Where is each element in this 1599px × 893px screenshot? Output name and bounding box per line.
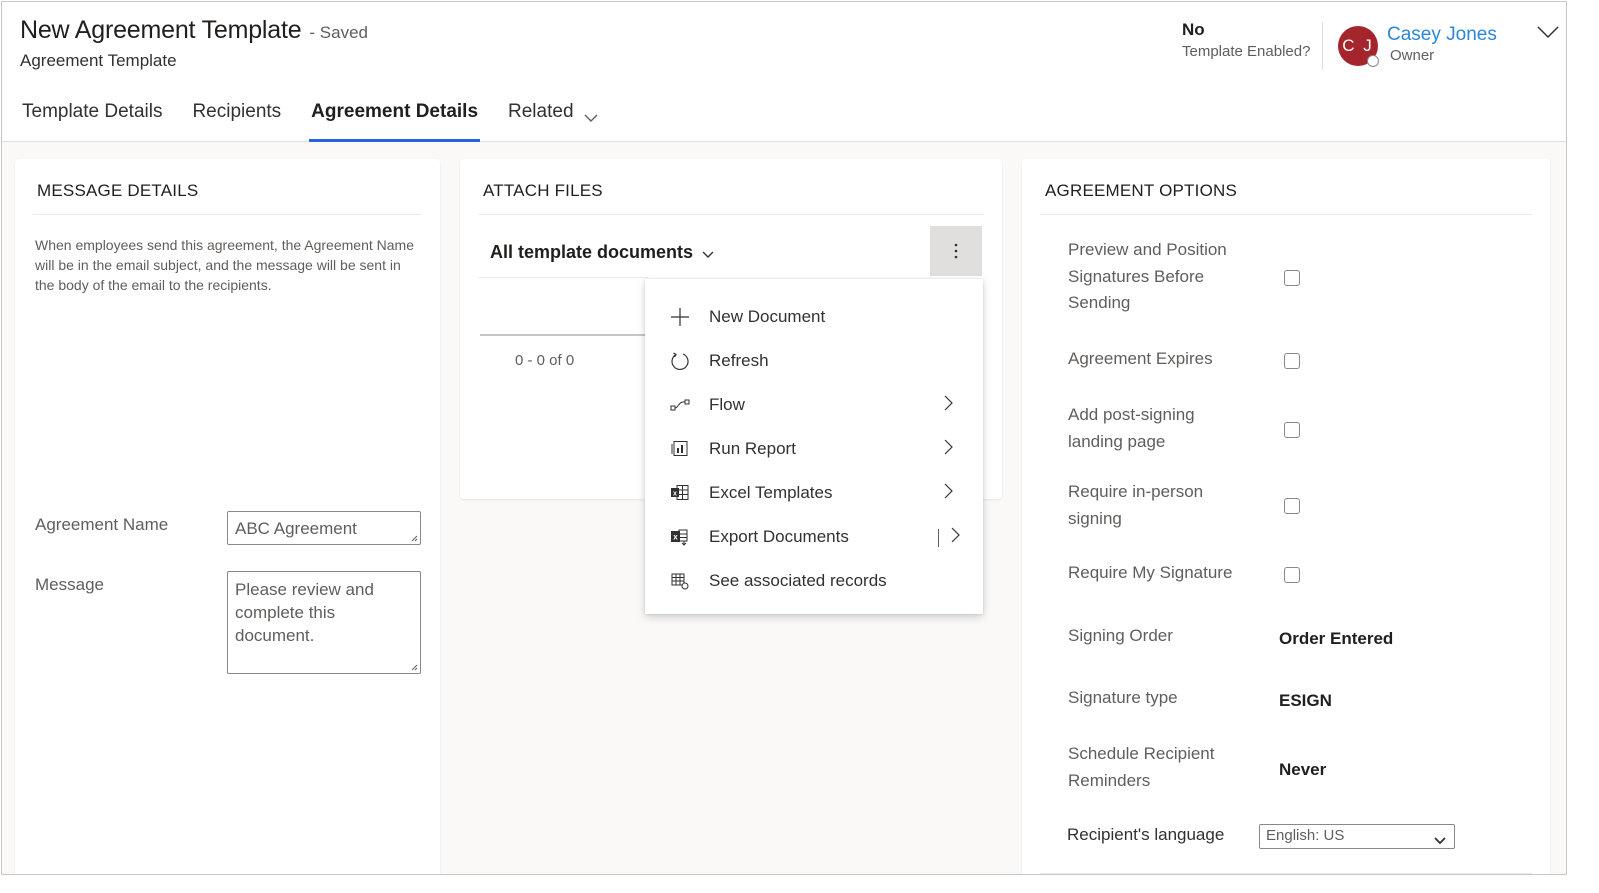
- chevron-right-icon: [944, 439, 953, 460]
- option-label: Preview and Position Signatures Before S…: [1068, 240, 1227, 312]
- app-frame: New Agreement Template - Saved Agreement…: [1, 1, 1567, 875]
- message-value: Please review and complete this document…: [235, 580, 374, 645]
- section-divider: [1040, 214, 1532, 215]
- preview-position-signatures-checkbox[interactable]: [1284, 270, 1300, 286]
- require-in-person-signing-checkbox[interactable]: [1284, 498, 1300, 514]
- template-enabled-value: No: [1182, 20, 1205, 39]
- post-signing-landing-page-checkbox[interactable]: [1284, 422, 1300, 438]
- tab-template-details[interactable]: Template Details: [20, 98, 164, 142]
- message-textarea[interactable]: Please review and complete this document…: [227, 571, 421, 674]
- more-commands-button[interactable]: [930, 226, 982, 276]
- agreement-options-section: AGREEMENT OPTIONS Preview and Position S…: [1022, 159, 1550, 874]
- tab-related[interactable]: Related: [506, 98, 600, 142]
- split-divider: [938, 529, 939, 547]
- save-status: - Saved: [309, 23, 368, 42]
- menu-item-label: Flow: [709, 395, 745, 414]
- tab-label: Related: [508, 101, 574, 122]
- signing-order-label: Signing Order: [1068, 626, 1173, 645]
- grid-divider: [478, 277, 648, 278]
- menu-item-label: New Document: [709, 307, 826, 326]
- recipient-language-select[interactable]: English: US: [1259, 824, 1455, 849]
- schedule-reminders-value[interactable]: Never: [1279, 760, 1326, 780]
- entity-type-label: Agreement Template: [20, 51, 177, 70]
- option-label: Require My Signature: [1068, 563, 1233, 582]
- presence-status-icon: [1367, 55, 1379, 67]
- signing-order-value[interactable]: Order Entered: [1279, 629, 1393, 649]
- chevron-down-icon: [1434, 832, 1446, 849]
- title-row: New Agreement Template - Saved: [20, 16, 368, 45]
- pager-status: 0 - 0 of 0: [515, 352, 575, 369]
- section-divider: [478, 214, 984, 215]
- view-selector-label: All template documents: [490, 242, 694, 262]
- kebab-vertical-icon: [954, 243, 958, 259]
- schedule-reminders-label: Schedule Recipient Reminders: [1068, 744, 1215, 790]
- form-header: New Agreement Template - Saved Agreement…: [2, 2, 1566, 142]
- view-selector[interactable]: All template documents: [490, 241, 714, 264]
- section-title: MESSAGE DETAILS: [37, 181, 199, 200]
- flow-icon: [669, 394, 691, 416]
- grid-header-divider: [480, 334, 650, 336]
- message-details-section: MESSAGE DETAILS When employees send this…: [15, 159, 440, 874]
- header-expand-chevron-icon[interactable]: [1537, 26, 1559, 44]
- menu-item-label: See associated records: [709, 571, 887, 590]
- agreement-name-input[interactable]: ABC Agreement: [227, 511, 421, 545]
- section-title: AGREEMENT OPTIONS: [1045, 181, 1238, 200]
- tab-label: Recipients: [192, 101, 282, 122]
- page-title: New Agreement Template: [20, 16, 302, 44]
- tab-agreement-details[interactable]: Agreement Details: [309, 98, 480, 142]
- menu-item-new-document[interactable]: New Document: [645, 297, 983, 337]
- chevron-down-icon: [584, 104, 598, 132]
- menu-item-label: Refresh: [709, 351, 769, 370]
- message-label: Message: [35, 575, 104, 594]
- menu-item-label: Run Report: [709, 439, 796, 458]
- menu-item-label: Export Documents: [709, 527, 849, 546]
- more-commands-menu: New Document Refresh Flow Run Report x E…: [645, 279, 983, 614]
- owner-role-label: Owner: [1390, 47, 1435, 64]
- menu-item-export-documents[interactable]: x Export Documents: [645, 517, 983, 557]
- option-label: Require in-person signing: [1068, 482, 1204, 528]
- template-enabled-label: Template Enabled?: [1182, 43, 1311, 60]
- menu-item-label: Excel Templates: [709, 483, 833, 502]
- recipient-language-value: English: US: [1266, 827, 1345, 844]
- option-label: Agreement Expires: [1068, 349, 1213, 368]
- resize-handle-icon[interactable]: [410, 663, 418, 671]
- plus-icon: [669, 306, 691, 328]
- menu-item-see-associated-records[interactable]: See associated records: [645, 561, 983, 601]
- menu-item-excel-templates[interactable]: x Excel Templates: [645, 473, 983, 513]
- chevron-right-icon: [944, 483, 953, 504]
- resize-handle-icon[interactable]: [410, 534, 418, 542]
- chevron-right-icon[interactable]: [951, 527, 960, 548]
- section-title: ATTACH FILES: [483, 181, 603, 200]
- section-divider: [1040, 873, 1532, 874]
- signature-type-label: Signature type: [1068, 688, 1178, 707]
- menu-item-run-report[interactable]: Run Report: [645, 429, 983, 469]
- option-label: Add post-signing landing page: [1068, 405, 1195, 451]
- tab-recipients[interactable]: Recipients: [190, 98, 283, 142]
- associated-records-icon: [669, 570, 691, 592]
- excel-templates-icon: x: [669, 482, 691, 504]
- menu-item-flow[interactable]: Flow: [645, 385, 983, 425]
- menu-item-refresh[interactable]: Refresh: [645, 341, 983, 381]
- tab-label: Template Details: [22, 101, 163, 122]
- svg-text:x: x: [673, 533, 678, 542]
- recipient-language-label: Recipient's language: [1067, 825, 1225, 844]
- signature-type-value[interactable]: ESIGN: [1279, 691, 1332, 711]
- tab-label: Agreement Details: [311, 101, 479, 122]
- excel-export-icon: x: [669, 526, 691, 548]
- chevron-right-icon: [944, 395, 953, 416]
- agreement-name-value: ABC Agreement: [235, 519, 357, 538]
- report-icon: [669, 438, 691, 460]
- svg-text:x: x: [673, 491, 677, 498]
- template-enabled-field: No Template Enabled?: [1182, 20, 1310, 60]
- agreement-expires-checkbox[interactable]: [1284, 353, 1300, 369]
- refresh-icon: [669, 350, 691, 372]
- form-tabs: Template Details Recipients Agreement De…: [20, 98, 626, 142]
- section-divider: [33, 214, 422, 215]
- require-my-signature-checkbox[interactable]: [1284, 567, 1300, 583]
- chevron-down-icon: [702, 243, 714, 264]
- header-divider: [1322, 22, 1323, 70]
- agreement-name-label: Agreement Name: [35, 515, 169, 534]
- owner-link[interactable]: Casey Jones: [1387, 24, 1497, 46]
- section-description: When employees send this agreement, the …: [35, 237, 414, 293]
